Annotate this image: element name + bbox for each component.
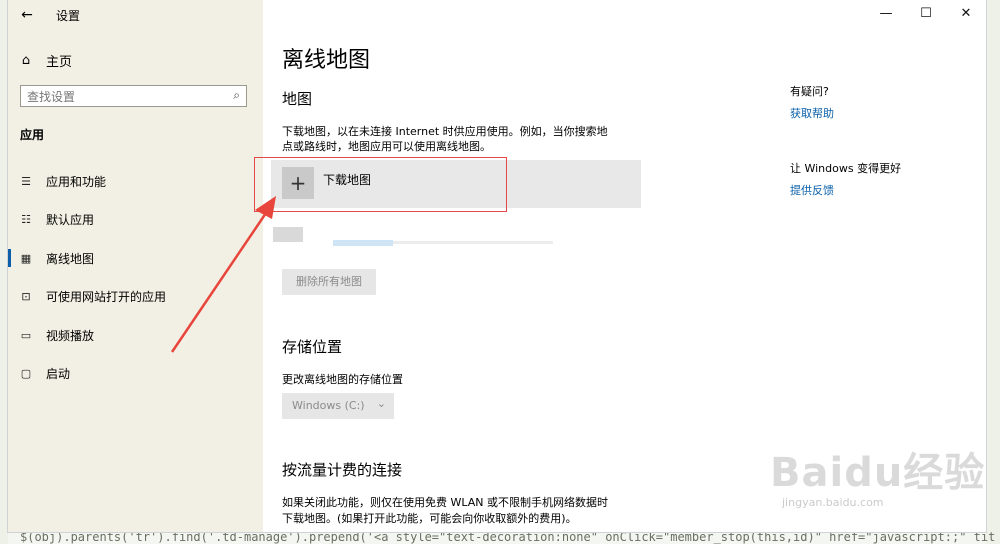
sidebar-item-label: 离线地图 (46, 251, 95, 266)
blur-line (393, 241, 553, 244)
maps-heading: 地图 (282, 90, 313, 108)
maps-description-2: 点或路线时，地图应用可以使用离线地图。 (282, 140, 491, 153)
list-icon: ☰ (21, 174, 31, 188)
window-controls: — ☐ ✕ (866, 0, 986, 30)
sidebar-item-apps-features[interactable]: ☰ 应用和功能 (8, 168, 263, 194)
website-app-icon: ⊡ (21, 289, 31, 303)
maps-description-1: 下载地图，以在未连接 Internet 时供应用使用。例如，当你搜索地 (282, 125, 608, 138)
back-arrow-icon[interactable]: ← (18, 6, 36, 24)
feedback-link[interactable]: 提供反馈 (790, 182, 834, 198)
search-input[interactable] (21, 87, 233, 107)
sidebar-item-apps-websites[interactable]: ⊡ 可使用网站打开的应用 (8, 283, 263, 309)
metered-heading: 按流量计费的连接 (282, 461, 403, 479)
watermark-brand: Baidu经验 (770, 450, 986, 496)
metered-description-1: 如果关闭此功能，则仅在使用免费 WLAN 或不限制手机网络数据时 (282, 496, 609, 509)
startup-icon: ▢ (20, 366, 32, 380)
app-title: 设置 (56, 9, 81, 23)
get-help-link[interactable]: 获取帮助 (790, 105, 834, 121)
metered-description-2: 下载地图。(如果打开此功能，可能会向你收取额外的费用)。 (282, 512, 577, 525)
question-text: 有疑问? (790, 85, 829, 98)
sidebar-item-label: 默认应用 (46, 212, 95, 227)
improve-windows-text: 让 Windows 变得更好 (790, 162, 902, 175)
minimize-button[interactable]: — (866, 0, 906, 30)
watermark-url: jingyan.baidu.com (782, 496, 884, 509)
map-icon: ▦ (20, 251, 32, 265)
highlight-box (254, 157, 507, 212)
sidebar: ← 设置 ⌂ 主页 ⌕ 应用 ☰ 应用和功能 ☷ 默认应用 ▦ 离线地图 ⊡ 可… (8, 0, 263, 532)
editor-code-line: $(obj).parents('tr').find('.td-manage').… (20, 530, 996, 544)
nav-home[interactable]: ⌂ 主页 (18, 50, 72, 70)
sidebar-item-label: 可使用网站打开的应用 (46, 289, 167, 304)
watermark: Baidu经验 jingyan.baidu.com (770, 440, 990, 520)
editor-gutter-left (0, 0, 8, 544)
titlebar-left: ← 设置 (8, 0, 263, 30)
sidebar-item-label: 视频播放 (46, 328, 95, 343)
storage-description: 更改离线地图的存储位置 (282, 373, 403, 386)
close-button[interactable]: ✕ (946, 0, 986, 30)
search-icon[interactable]: ⌕ (233, 88, 240, 103)
video-icon: ▭ (20, 328, 32, 342)
storage-heading: 存储位置 (282, 338, 343, 356)
blur-block (273, 227, 303, 242)
nav-section-title: 应用 (20, 128, 45, 142)
sidebar-item-label: 应用和功能 (46, 174, 107, 189)
sidebar-item-offline-maps[interactable]: ▦ 离线地图 (8, 245, 263, 271)
delete-all-maps-button[interactable]: 删除所有地图 (282, 269, 376, 295)
storage-value: Windows (C:) (292, 399, 365, 412)
storage-dropdown[interactable]: Windows (C:) ⌄ (282, 393, 394, 419)
blur-bar (333, 240, 393, 246)
maximize-button[interactable]: ☐ (906, 0, 946, 30)
home-icon: ⌂ (21, 52, 31, 68)
sidebar-item-label: 启动 (46, 366, 71, 381)
chevron-down-icon: ⌄ (376, 397, 386, 410)
search-box[interactable]: ⌕ (20, 85, 247, 107)
page-title: 离线地图 (282, 48, 371, 73)
nav-home-label: 主页 (46, 54, 73, 70)
active-indicator (8, 249, 11, 267)
sidebar-item-startup[interactable]: ▢ 启动 (8, 360, 263, 386)
default-apps-icon: ☷ (21, 212, 31, 226)
sidebar-item-video-playback[interactable]: ▭ 视频播放 (8, 322, 263, 348)
blurred-map-entry (273, 226, 553, 246)
sidebar-item-default-apps[interactable]: ☷ 默认应用 (8, 206, 263, 232)
